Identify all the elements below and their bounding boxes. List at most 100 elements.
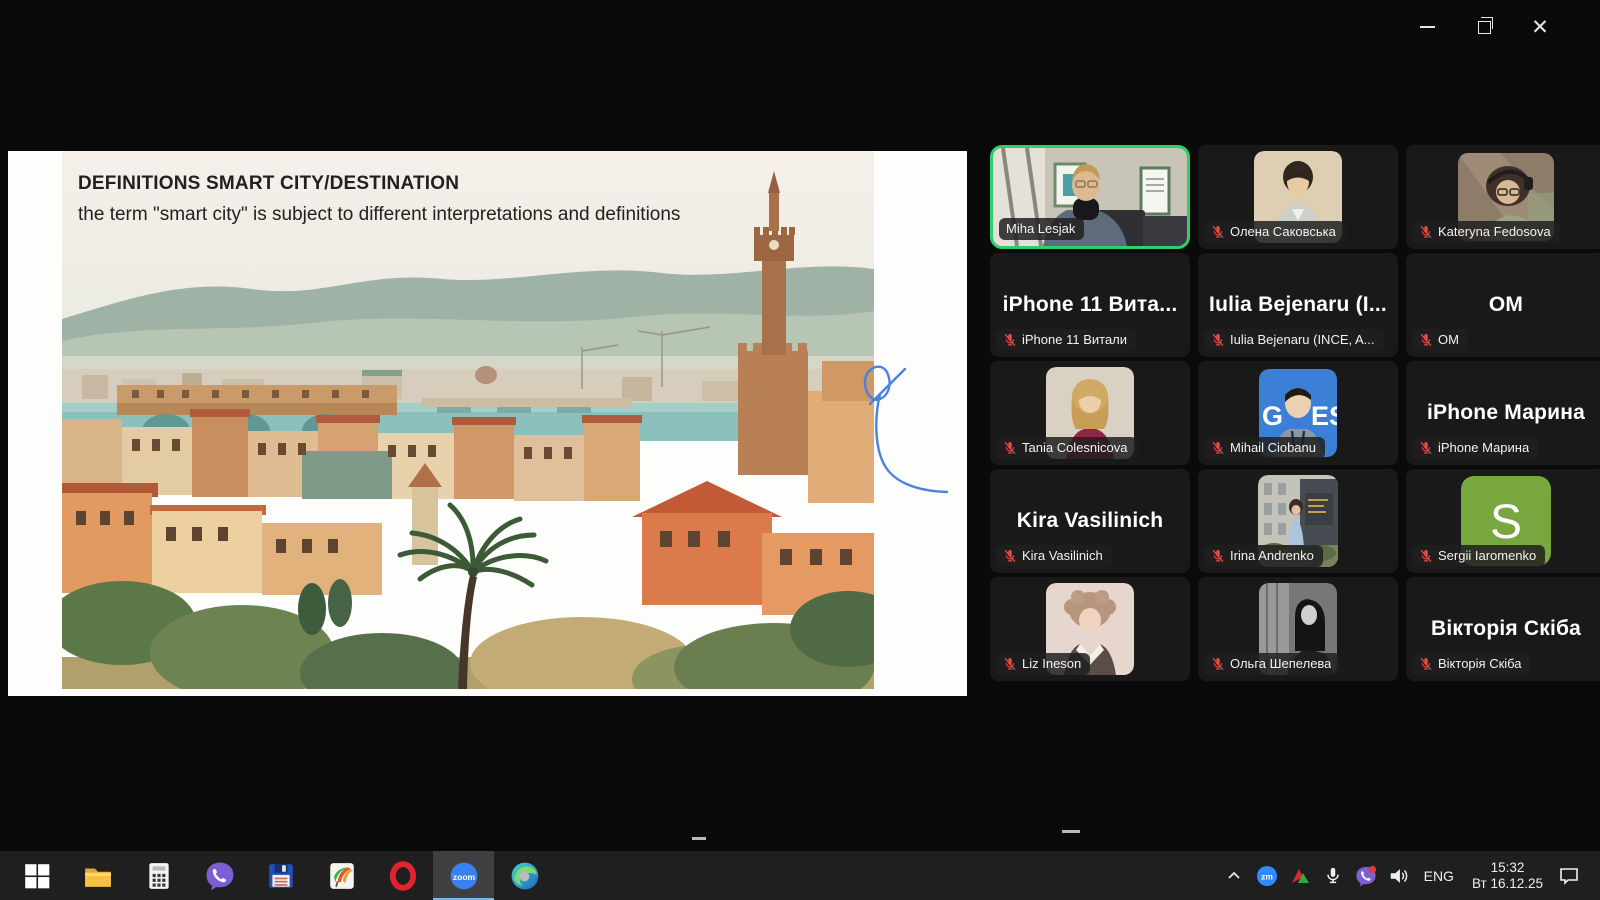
language-indicator[interactable]: ENG: [1419, 868, 1459, 884]
participant-name-label: Kira Vasilinich: [996, 545, 1112, 567]
participant-tile-active-speaker[interactable]: Miha Lesjak: [990, 145, 1190, 249]
save-app-button[interactable]: [250, 851, 311, 900]
participant-tile[interactable]: S Sergii Iaromenko: [1406, 469, 1600, 573]
participant-name-label: iPhone Марина: [1412, 437, 1538, 459]
window-fragment: [1062, 830, 1080, 833]
slide-subtitle: the term "smart city" is subject to diff…: [78, 204, 680, 226]
participant-name: Iulia Bejenaru (INCE, A...: [1230, 332, 1375, 347]
zoom-icon: zoom: [449, 861, 479, 891]
participant-name: Irina Andrenko: [1230, 548, 1314, 563]
participant-name-label: Mihail Ciobanu: [1204, 437, 1325, 459]
participant-tile[interactable]: Олена Саковська: [1198, 145, 1398, 249]
participant-name-label: Miha Lesjak: [999, 218, 1084, 240]
svg-text:zoom: zoom: [452, 871, 475, 881]
participant-tile[interactable]: Iulia Bejenaru (I... Iulia Bejenaru (INC…: [1198, 253, 1398, 357]
avatar-background-text: ES: [1311, 401, 1337, 431]
system-tray: zm: [1221, 851, 1582, 900]
participant-name: Miha Lesjak: [1006, 221, 1075, 236]
muted-mic-icon: [1211, 441, 1225, 455]
edge-button[interactable]: [494, 851, 555, 900]
calculator-button[interactable]: [128, 851, 189, 900]
participant-tile[interactable]: Irina Andrenko: [1198, 469, 1398, 573]
svg-text:zm: zm: [1261, 871, 1273, 881]
avatar-background-text: G: [1262, 401, 1283, 431]
participant-name-label: Liz Ineson: [996, 653, 1090, 675]
muted-mic-icon: [1003, 441, 1017, 455]
zoom-app-button[interactable]: zoom: [433, 851, 494, 900]
muted-mic-icon: [1419, 333, 1433, 347]
taskbar-apps: zoom: [0, 851, 555, 900]
participant-tile[interactable]: Kira Vasilinich Kira Vasilinich: [990, 469, 1190, 573]
viber-icon: [205, 861, 235, 891]
florence-illustration: [62, 151, 874, 689]
clock[interactable]: 15:32 Вт 16.12.25: [1466, 860, 1549, 892]
participant-name: Tania Colesnicova: [1022, 440, 1128, 455]
zoom-meeting-window: { "slide": { "title": "DEFINITIONS SMART…: [0, 0, 1600, 900]
muted-mic-icon: [1419, 549, 1433, 563]
windows-taskbar: zoom zm: [0, 851, 1600, 900]
participant-tile[interactable]: Tania Colesnicova: [990, 361, 1190, 465]
participant-tile[interactable]: iPhone 11 Вита... iPhone 11 Витали: [990, 253, 1190, 357]
opera-icon: [388, 861, 418, 891]
participant-name: Kira Vasilinich: [1022, 548, 1103, 563]
edge-icon: [510, 861, 540, 891]
avatar-initial: S: [1490, 496, 1522, 549]
umbrella-icon: [327, 861, 357, 891]
muted-mic-icon: [1211, 225, 1225, 239]
minimize-button[interactable]: [1404, 14, 1450, 40]
windows-logo-icon: [22, 861, 52, 891]
slide-text-block: DEFINITIONS SMART CITY/DESTINATION the t…: [78, 173, 680, 226]
action-center-icon[interactable]: [1556, 863, 1582, 889]
slide-title: DEFINITIONS SMART CITY/DESTINATION: [78, 173, 680, 195]
start-button[interactable]: [6, 851, 67, 900]
participant-tile[interactable]: Ольга Шепелева: [1198, 577, 1398, 681]
shared-screen-slide: DEFINITIONS SMART CITY/DESTINATION the t…: [8, 151, 967, 696]
muted-mic-icon: [1003, 549, 1017, 563]
participant-name: Mihail Ciobanu: [1230, 440, 1316, 455]
participant-name-label: Tania Colesnicova: [996, 437, 1137, 459]
participant-name: Ольга Шепелева: [1230, 656, 1331, 671]
clock-date: Вт 16.12.25: [1472, 876, 1543, 892]
participant-name: OM: [1438, 332, 1459, 347]
restore-button[interactable]: [1461, 14, 1507, 40]
participant-name: Олена Саковська: [1230, 224, 1336, 239]
opera-button[interactable]: [372, 851, 433, 900]
participant-tile[interactable]: G ES Mihail Ciobanu: [1198, 361, 1398, 465]
image-viewer-button[interactable]: [311, 851, 372, 900]
volume-tray-icon[interactable]: [1386, 863, 1412, 889]
participant-name: Kateryna Fedosova: [1438, 224, 1551, 239]
zoom-tray-icon[interactable]: zm: [1254, 863, 1280, 889]
participant-name-label: OM: [1412, 329, 1468, 351]
muted-mic-icon: [1003, 333, 1017, 347]
participant-name-label: Sergii Iaromenko: [1412, 545, 1545, 567]
participant-name: Вікторія Скіба: [1438, 656, 1522, 671]
participant-name-label: Kateryna Fedosova: [1412, 221, 1560, 243]
muted-mic-icon: [1211, 333, 1225, 347]
participant-tile[interactable]: iPhone Марина iPhone Марина: [1406, 361, 1600, 465]
participant-name: iPhone Марина: [1438, 440, 1529, 455]
clock-time: 15:32: [1472, 860, 1543, 876]
microphone-tray-icon[interactable]: [1320, 863, 1346, 889]
overlay-tray-icon[interactable]: [1287, 863, 1313, 889]
hidden-icons-chevron[interactable]: [1221, 863, 1247, 889]
file-explorer-button[interactable]: [67, 851, 128, 900]
muted-mic-icon: [1419, 441, 1433, 455]
participant-name-label: iPhone 11 Витали: [996, 329, 1136, 351]
viber-button[interactable]: [189, 851, 250, 900]
participant-name: Liz Ineson: [1022, 656, 1081, 671]
viber-tray-icon[interactable]: [1353, 863, 1379, 889]
folder-icon: [83, 861, 113, 891]
participant-name-label: Олена Саковська: [1204, 221, 1345, 243]
participant-tile[interactable]: Kateryna Fedosova: [1406, 145, 1600, 249]
close-button[interactable]: ✕: [1517, 14, 1563, 40]
participant-tile[interactable]: Liz Ineson: [990, 577, 1190, 681]
participant-tile[interactable]: Вікторія Скіба Вікторія Скіба: [1406, 577, 1600, 681]
participant-name-label: Iulia Bejenaru (INCE, A...: [1204, 329, 1384, 351]
muted-mic-icon: [1419, 657, 1433, 671]
floppy-disk-icon: [266, 861, 296, 891]
participant-name-label: Вікторія Скіба: [1412, 653, 1531, 675]
muted-mic-icon: [1003, 657, 1017, 671]
participant-name-label: Ольга Шепелева: [1204, 653, 1340, 675]
participant-tile[interactable]: OM OM: [1406, 253, 1600, 357]
calculator-icon: [144, 861, 174, 891]
